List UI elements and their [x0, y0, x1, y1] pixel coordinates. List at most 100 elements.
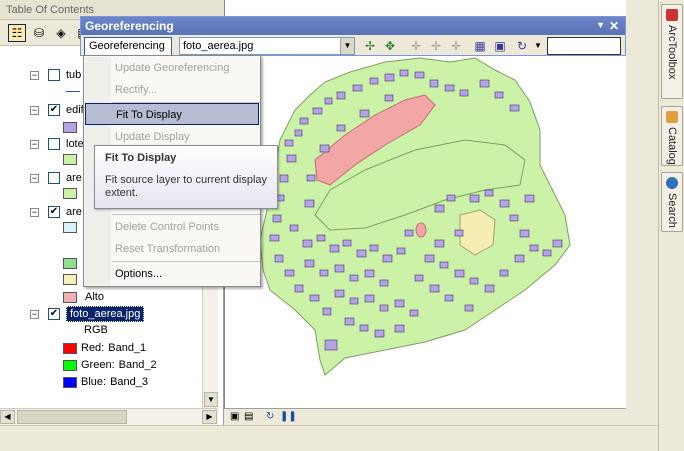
legend-label: Alto [85, 291, 104, 303]
rotate-icon[interactable]: ✢ [361, 38, 379, 55]
layer-name[interactable]: foto_aerea.jpg [66, 306, 145, 322]
menu-item-fit-to-display[interactable]: Fit To Display [85, 103, 259, 125]
legend-swatch [63, 257, 77, 269]
select-link-icon[interactable]: ✛ [427, 38, 445, 55]
line-symbol [66, 91, 80, 92]
layer-checkbox[interactable] [48, 138, 60, 150]
georeferencing-menu-button[interactable]: Georeferencing ▼ [84, 37, 172, 63]
toc-layer-row[interactable]: − are [30, 169, 82, 187]
scroll-left-icon[interactable]: ◀ [0, 410, 15, 424]
refresh-icon[interactable]: ↻ [266, 411, 274, 422]
expand-icon[interactable]: − [30, 309, 39, 319]
add-control-points-icon[interactable]: ✛ [407, 38, 425, 55]
tab-label: Search [666, 193, 678, 228]
menu-item-options[interactable]: Options... [85, 263, 259, 285]
band-label: Green: [81, 359, 115, 371]
view-link-table-icon[interactable]: ▦ [471, 38, 489, 55]
close-icon[interactable]: ✕ [609, 19, 619, 33]
toolbox-icon [666, 9, 678, 21]
view-links-icon[interactable]: ▣ [491, 38, 509, 55]
toolbar-options-icon[interactable]: ▼ [596, 20, 605, 30]
scale-input[interactable] [547, 37, 621, 55]
layer-checkbox[interactable]: ✔ [48, 104, 60, 116]
scroll-right-icon[interactable]: ▶ [202, 410, 217, 424]
pause-drawing-icon[interactable]: ❚❚ [280, 411, 297, 422]
band-row: Blue: Band_3 [63, 373, 148, 391]
list-by-source-icon[interactable]: ⛁ [30, 24, 48, 42]
scroll-down-icon[interactable]: ▼ [204, 392, 218, 407]
menu-button-label: Georeferencing [89, 40, 165, 52]
georeferencing-toolbar: Georeferencing ▼ ✕ Georeferencing ▼ foto… [80, 16, 626, 63]
list-by-visibility-icon[interactable]: ◈ [52, 24, 70, 42]
tab-label: ArcToolbox [666, 25, 678, 80]
map-canvas [259, 57, 571, 376]
band-value: Band_2 [118, 359, 157, 371]
tab-search[interactable]: Search [661, 172, 683, 232]
legend-row: Alto [63, 288, 104, 306]
layer-checkbox[interactable]: ✔ [48, 308, 60, 320]
scroll-thumb[interactable] [17, 410, 127, 424]
tab-catalog[interactable]: Catalog [661, 106, 683, 166]
raster-sublabel: RGB [84, 324, 108, 336]
right-dock: ArcToolbox Catalog Search [658, 0, 684, 451]
layer-name: are [66, 172, 82, 184]
tab-label: Catalog [666, 127, 678, 165]
band-row: Green: Band_2 [63, 356, 157, 374]
tooltip: Fit To Display Fit source layer to curre… [94, 145, 278, 209]
menu-separator [112, 214, 260, 215]
expand-icon[interactable]: − [30, 173, 39, 183]
shift-icon[interactable]: ✥ [381, 38, 399, 55]
list-by-drawing-order-icon[interactable]: ☷ [8, 24, 26, 42]
expand-icon[interactable]: − [30, 207, 39, 217]
layer-checkbox[interactable] [48, 172, 60, 184]
data-view-icon[interactable]: ▤ [244, 411, 253, 422]
toc-horizontal-scrollbar[interactable]: ◀ ▶ [0, 408, 218, 425]
toc-layer-row[interactable]: − ✔ edif [30, 101, 84, 119]
layer-name: are [66, 206, 82, 218]
toc-layer-row[interactable]: − ✔ are [30, 203, 82, 221]
legend-swatch [63, 342, 77, 354]
tab-arctoolbox[interactable]: ArcToolbox [661, 4, 683, 99]
layer-name: edif [66, 104, 84, 116]
layout-view-icon[interactable]: ▣ [230, 411, 239, 422]
chevron-down-icon[interactable]: ▼ [340, 38, 354, 54]
expand-icon[interactable]: − [30, 70, 39, 80]
map-view-bar: ▣ ▤ ↻ ❚❚ [224, 408, 626, 425]
menu-separator [112, 261, 260, 262]
map-display[interactable] [224, 0, 626, 408]
catalog-icon [666, 111, 678, 123]
zoom-to-link-icon[interactable]: ✛ [447, 38, 465, 55]
legend-swatch [63, 291, 77, 303]
layer-checkbox[interactable]: ✔ [48, 206, 60, 218]
layer-select-value: foto_aerea.jpg [183, 40, 254, 52]
search-icon [666, 177, 678, 189]
tooltip-body: Fit source layer to current display exte… [105, 174, 268, 199]
legend-swatch [63, 273, 77, 285]
legend-swatch [63, 154, 77, 165]
menu-item-reset-transformation[interactable]: Reset Transformation [85, 238, 259, 260]
layer-name: lote [66, 138, 84, 150]
band-value: Band_3 [110, 376, 149, 388]
legend-swatch [63, 376, 77, 388]
band-label: Red: [81, 342, 105, 354]
menu-item-update-georeferencing[interactable]: Update Georeferencing [85, 57, 259, 79]
status-bar [0, 425, 684, 451]
layer-name: tub [66, 69, 82, 81]
toolbar-title[interactable]: Georeferencing [81, 17, 625, 35]
chevron-down-icon[interactable]: ▼ [529, 38, 547, 55]
band-row: Red: Band_1 [63, 339, 146, 357]
toc-layer-row[interactable]: − tub [30, 66, 81, 84]
toc-layer-row[interactable]: − lote [30, 135, 84, 153]
legend-swatch [63, 122, 77, 133]
band-label: Blue: [81, 376, 107, 388]
menu-item-rectify[interactable]: Rectify... [85, 79, 259, 101]
legend-swatch [63, 188, 77, 199]
legend-swatch [63, 359, 77, 371]
expand-icon[interactable]: − [30, 139, 39, 149]
band-value: Band_1 [108, 342, 147, 354]
layer-select[interactable]: foto_aerea.jpg ▼ [179, 37, 355, 55]
menu-item-delete-control-points[interactable]: Delete Control Points [85, 216, 259, 238]
expand-icon[interactable]: − [30, 105, 39, 115]
layer-checkbox[interactable] [48, 69, 60, 81]
legend-swatch [63, 222, 77, 233]
